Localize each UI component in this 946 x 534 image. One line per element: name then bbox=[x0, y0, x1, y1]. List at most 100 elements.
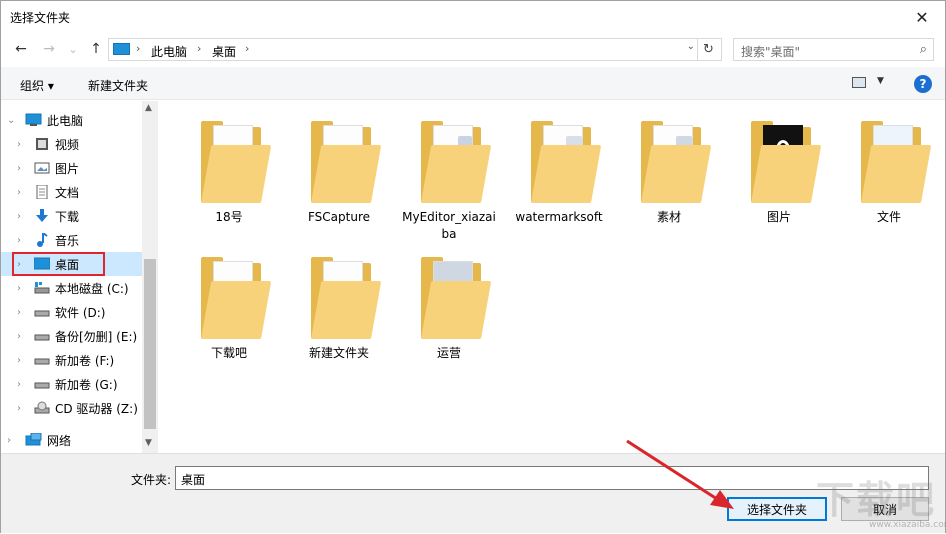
expand-icon[interactable]: › bbox=[17, 235, 21, 246]
sidebar-item-label: 本地磁盘 (C:) bbox=[55, 281, 129, 296]
folder-label: MyEditor_xiazaiba bbox=[402, 210, 496, 241]
folder-item[interactable]: MyEditor_xiazaiba bbox=[399, 113, 499, 243]
folder-label: 图片 bbox=[766, 210, 791, 224]
folder-item[interactable]: 素材 bbox=[619, 113, 719, 243]
sidebar-item-label: CD 驱动器 (Z:) bbox=[55, 401, 138, 416]
sidebar-item-cd-drive[interactable]: › CD 驱动器 (Z:) bbox=[1, 396, 142, 420]
help-icon[interactable]: ? bbox=[914, 75, 932, 93]
sidebar-item-label: 图片 bbox=[55, 161, 80, 176]
folder-label: 18号 bbox=[215, 210, 243, 224]
scroll-down-icon[interactable]: ▼ bbox=[145, 438, 152, 448]
sidebar-item-this-pc[interactable]: ⌄ 此电脑 bbox=[1, 108, 142, 132]
organize-menu[interactable]: 组织 ▾ bbox=[20, 77, 54, 94]
select-folder-button[interactable]: 选择文件夹 bbox=[727, 497, 827, 521]
breadcrumb-separator[interactable]: › bbox=[245, 42, 249, 55]
folder-icon bbox=[641, 121, 712, 203]
expand-icon[interactable]: › bbox=[17, 163, 21, 174]
sidebar-item-label: 下载 bbox=[55, 209, 80, 224]
folder-item[interactable]: 新建文件夹 bbox=[289, 249, 389, 379]
view-mode-icon[interactable] bbox=[852, 77, 866, 88]
downloads-icon bbox=[34, 209, 50, 223]
folder-label: FSCapture bbox=[307, 210, 371, 224]
folder-view: 18号 FSCapture MyEditor_xiazaiba watermar… bbox=[159, 101, 945, 453]
highlight-box bbox=[12, 252, 105, 276]
window-title: 选择文件夹 bbox=[10, 11, 71, 25]
scroll-up-icon[interactable]: ▲ bbox=[145, 103, 152, 113]
folder-item[interactable]: 图片 bbox=[729, 113, 829, 243]
expand-icon[interactable]: › bbox=[17, 403, 21, 414]
music-icon bbox=[34, 232, 50, 247]
folder-icon bbox=[421, 121, 492, 203]
sidebar-item-label: 新加卷 (F:) bbox=[55, 353, 115, 368]
expand-icon[interactable]: › bbox=[17, 331, 21, 342]
folder-icon bbox=[751, 121, 822, 203]
sidebar-scrollbar[interactable]: ▲ ▼ bbox=[142, 101, 158, 453]
drive-icon bbox=[34, 329, 50, 343]
sidebar-item-videos[interactable]: › 视频 bbox=[1, 132, 142, 156]
folder-label: 新建文件夹 bbox=[308, 346, 369, 360]
expand-icon[interactable]: › bbox=[17, 379, 21, 390]
sidebar-item-downloads[interactable]: › 下载 bbox=[1, 204, 142, 228]
documents-icon bbox=[34, 184, 50, 200]
address-bar[interactable]: › 此电脑 › 桌面 › ⌄ ↻ bbox=[108, 38, 722, 61]
breadcrumb-this-pc[interactable]: 此电脑 bbox=[151, 43, 187, 60]
expand-icon[interactable]: › bbox=[17, 139, 21, 150]
video-icon bbox=[34, 137, 50, 151]
expand-icon[interactable]: › bbox=[17, 355, 21, 366]
folder-item[interactable]: 下载吧 bbox=[179, 249, 279, 379]
network-icon bbox=[25, 432, 42, 447]
sidebar-item-music[interactable]: › 音乐 bbox=[1, 228, 142, 252]
back-button[interactable]: ← bbox=[11, 39, 31, 59]
sidebar-item-label: 软件 (D:) bbox=[55, 305, 106, 320]
drive-c-icon bbox=[34, 281, 50, 295]
folder-icon bbox=[421, 257, 492, 339]
drive-icon bbox=[34, 353, 50, 367]
sidebar-item-label: 此电脑 bbox=[47, 113, 84, 128]
expand-icon[interactable]: › bbox=[17, 187, 21, 198]
view-dropdown-icon[interactable]: ▼ bbox=[877, 76, 884, 86]
sidebar-item-drive-d[interactable]: › 软件 (D:) bbox=[1, 300, 142, 324]
close-button[interactable]: ✕ bbox=[905, 3, 939, 31]
sidebar-item-label: 音乐 bbox=[55, 233, 80, 248]
folder-field-label: 文件夹: bbox=[131, 473, 172, 487]
collapse-icon[interactable]: ⌄ bbox=[7, 115, 15, 126]
sidebar-item-label: 文档 bbox=[55, 185, 80, 200]
recent-locations-button[interactable]: ⌄ bbox=[63, 39, 83, 59]
pc-icon bbox=[25, 113, 42, 127]
folder-item[interactable]: watermarksoft bbox=[509, 113, 609, 243]
sidebar-item-label: 备份[勿删] (E:) bbox=[55, 329, 138, 344]
sidebar-item-documents[interactable]: › 文档 bbox=[1, 180, 142, 204]
sidebar-item-drive-e[interactable]: › 备份[勿删] (E:) bbox=[1, 324, 142, 348]
folder-item[interactable]: 文件 bbox=[839, 113, 939, 243]
sidebar-item-pictures[interactable]: › 图片 bbox=[1, 156, 142, 180]
expand-icon[interactable]: › bbox=[17, 283, 21, 294]
sidebar-item-label: 新加卷 (G:) bbox=[55, 377, 118, 392]
folder-label: 素材 bbox=[656, 210, 681, 224]
breadcrumb-separator[interactable]: › bbox=[136, 42, 140, 55]
search-placeholder: 搜索"桌面" bbox=[741, 45, 801, 59]
new-folder-button[interactable]: 新建文件夹 bbox=[88, 77, 148, 94]
sidebar-item-drive-f[interactable]: › 新加卷 (F:) bbox=[1, 348, 142, 372]
sidebar-item-drive-c[interactable]: › 本地磁盘 (C:) bbox=[1, 276, 142, 300]
search-icon[interactable]: ⌕ bbox=[920, 42, 927, 57]
breadcrumb-separator[interactable]: › bbox=[197, 42, 201, 55]
sidebar-item-drive-g[interactable]: › 新加卷 (G:) bbox=[1, 372, 142, 396]
expand-icon[interactable]: › bbox=[17, 307, 21, 318]
folder-item[interactable]: 运营 bbox=[399, 249, 499, 379]
forward-button[interactable]: → bbox=[39, 39, 59, 59]
watermark-logo: 下载吧 bbox=[816, 478, 937, 522]
address-dropdown-icon[interactable]: ⌄ bbox=[687, 41, 695, 52]
drive-icon bbox=[34, 377, 50, 391]
expand-icon[interactable]: › bbox=[17, 211, 21, 222]
search-box[interactable]: 搜索"桌面" ⌕ bbox=[733, 38, 934, 61]
refresh-button[interactable]: ↻ bbox=[697, 39, 719, 60]
expand-icon[interactable]: › bbox=[7, 435, 11, 446]
breadcrumb-desktop[interactable]: 桌面 bbox=[212, 43, 236, 60]
scrollbar-thumb[interactable] bbox=[144, 259, 156, 429]
command-bar: 组织 ▾ 新建文件夹 ▼ ? bbox=[1, 67, 945, 100]
folder-item[interactable]: 18号 bbox=[179, 113, 279, 243]
sidebar-item-network[interactable]: › 网络 bbox=[1, 428, 142, 452]
folder-icon bbox=[861, 121, 932, 203]
up-button[interactable]: ↑ bbox=[86, 39, 106, 59]
folder-item[interactable]: FSCapture bbox=[289, 113, 389, 243]
